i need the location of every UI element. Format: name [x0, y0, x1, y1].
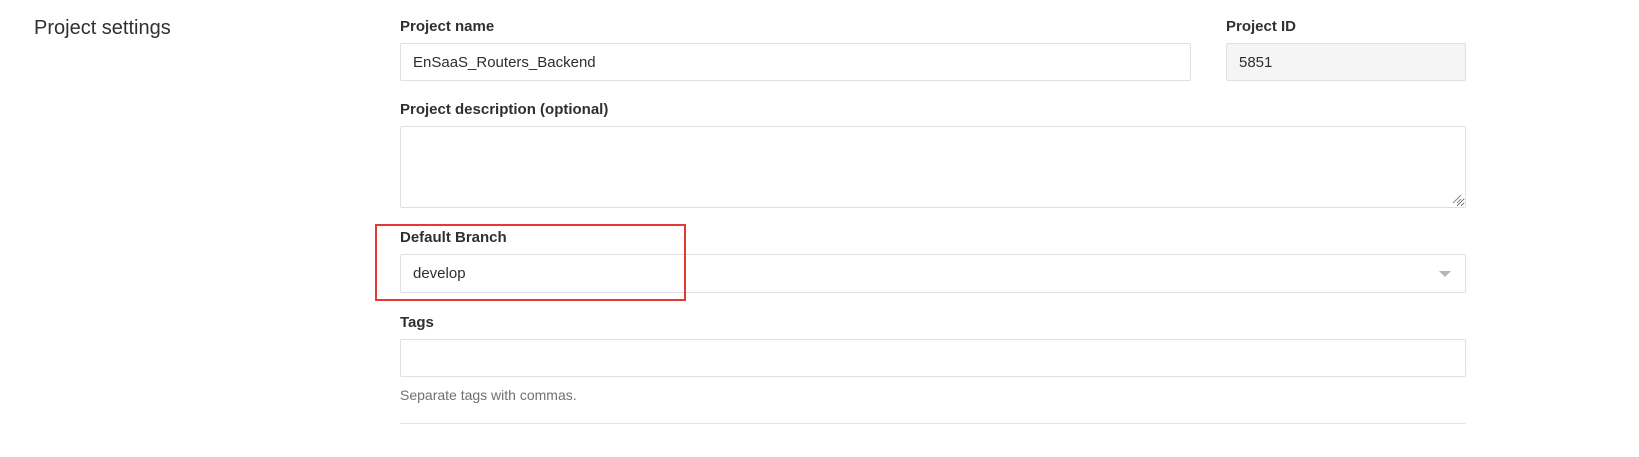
project-id-input [1226, 43, 1466, 81]
default-branch-selected-value: develop [413, 265, 466, 282]
default-branch-label: Default Branch [400, 229, 507, 246]
project-description-textarea[interactable] [400, 126, 1466, 208]
default-branch-select[interactable]: develop [400, 254, 1466, 293]
project-description-label: Project description (optional) [400, 101, 609, 118]
project-name-input[interactable] [400, 43, 1191, 81]
project-id-label: Project ID [1226, 18, 1297, 35]
tags-input[interactable] [400, 339, 1466, 377]
tags-help-text: Separate tags with commas. [400, 387, 577, 403]
project-name-label: Project name [400, 18, 495, 35]
section-divider [400, 423, 1466, 424]
chevron-down-icon [1439, 270, 1451, 277]
tags-label: Tags [400, 314, 434, 331]
project-settings-page: Project settings Project name Project ID… [0, 0, 1639, 457]
section-title: Project settings [34, 17, 171, 39]
